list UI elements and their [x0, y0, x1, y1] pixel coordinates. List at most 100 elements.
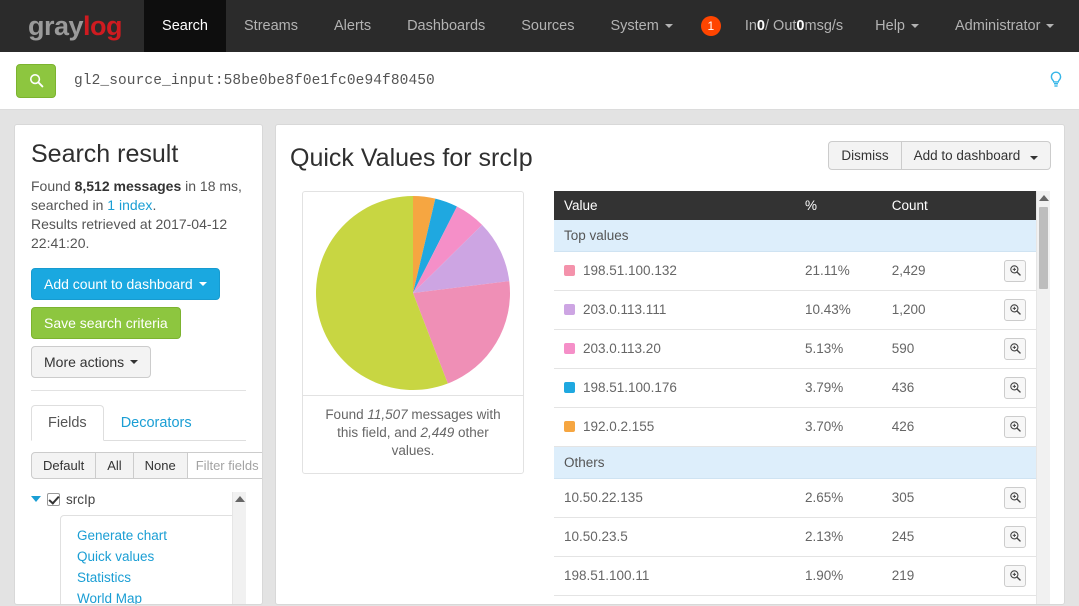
graylog-logo[interactable]: graylog — [0, 0, 144, 52]
cell-value-text: 192.0.2.155 — [583, 419, 654, 434]
more-actions-button[interactable]: More actions — [31, 346, 151, 378]
nav-item-help[interactable]: Help — [857, 0, 937, 52]
filter-fields-input[interactable] — [187, 452, 263, 479]
pie-chart[interactable] — [313, 193, 513, 393]
nav-item-help-label: Help — [875, 18, 905, 34]
add-to-dashboard-button[interactable]: Add to dashboard — [901, 141, 1051, 170]
nav-item-user[interactable]: Administrator — [937, 0, 1072, 52]
nav-item-dashboards[interactable]: Dashboards — [389, 0, 503, 52]
zoom-in-icon[interactable] — [1004, 260, 1026, 282]
tab-decorators[interactable]: Decorators — [104, 405, 209, 441]
save-search-criteria-label: Save search criteria — [44, 315, 168, 331]
cell-value: 203.0.113.111 — [554, 290, 795, 329]
cell-percent: 2.65% — [795, 478, 882, 517]
nav-item-sources[interactable]: Sources — [503, 0, 592, 52]
chevron-down-icon — [911, 24, 919, 28]
nav-item-streams[interactable]: Streams — [226, 0, 316, 52]
index-link[interactable]: 1 index — [107, 197, 152, 213]
brand-log-text: log — [83, 11, 122, 41]
zoom-in-icon[interactable] — [1004, 487, 1026, 509]
nav-item-dashboards-label: Dashboards — [407, 18, 485, 34]
table-row[interactable]: 198.51.100.1763.79%436 — [554, 368, 1036, 407]
save-search-criteria-button[interactable]: Save search criteria — [31, 307, 181, 339]
table-header-row: Value % Count — [554, 191, 1036, 220]
cell-actions — [973, 407, 1036, 446]
quick-values-body: Found 11,507 messages with this field, a… — [290, 191, 1050, 606]
cell-actions — [973, 517, 1036, 556]
notification-badge[interactable]: 1 — [701, 16, 721, 36]
series-color-swatch — [564, 343, 575, 354]
fields-none-button[interactable]: None — [133, 452, 188, 479]
table-section-label: Top values — [554, 220, 1036, 252]
table-row[interactable]: 198.51.100.13221.11%2,429 — [554, 251, 1036, 290]
zoom-in-icon[interactable] — [1004, 565, 1026, 587]
table-row[interactable]: 10.50.23.52.13%245 — [554, 517, 1036, 556]
zoom-in-icon[interactable] — [1004, 604, 1026, 606]
tab-fields[interactable]: Fields — [31, 405, 104, 441]
cell-count: 305 — [882, 478, 974, 517]
field-action-generate-chart[interactable]: Generate chart — [61, 525, 242, 546]
table-scrollbar[interactable] — [1036, 191, 1050, 606]
zoom-in-icon[interactable] — [1004, 416, 1026, 438]
cell-percent: 1.90% — [795, 556, 882, 595]
field-action-quick-values[interactable]: Quick values — [61, 546, 242, 567]
pie-chart-area — [303, 192, 523, 395]
table-scroll-thumb[interactable] — [1039, 207, 1048, 289]
pie-footer-prefix: Found — [325, 407, 367, 422]
cell-value-text: 203.0.113.111 — [583, 302, 666, 317]
cell-value: 10.2.0.4 — [554, 595, 795, 605]
cell-value: 198.51.100.11 — [554, 556, 795, 595]
table-row[interactable]: 10.50.22.1352.65%305 — [554, 478, 1036, 517]
scroll-up-arrow-icon[interactable] — [1039, 195, 1049, 201]
zoom-in-icon[interactable] — [1004, 526, 1026, 548]
field-action-world-map[interactable]: World Map — [61, 588, 242, 605]
cell-value: 10.50.22.135 — [554, 478, 795, 517]
field-filter-controls: Default All None — [31, 452, 246, 479]
nav-item-search[interactable]: Search — [144, 0, 226, 52]
table-row[interactable]: 10.2.0.41.73%199 — [554, 595, 1036, 605]
column-header-count[interactable]: Count — [882, 191, 974, 220]
dismiss-button[interactable]: Dismiss — [828, 141, 901, 170]
nav-item-system[interactable]: System — [592, 0, 690, 52]
results-retrieved-timestamp: Results retrieved at 2017-04-12 22:41:20… — [31, 215, 246, 254]
table-row[interactable]: 192.0.2.1553.70%426 — [554, 407, 1036, 446]
more-actions-row: More actions — [31, 346, 246, 378]
fields-default-button[interactable]: Default — [31, 452, 96, 479]
column-header-value[interactable]: Value — [554, 191, 795, 220]
field-action-statistics[interactable]: Statistics — [61, 567, 242, 588]
scroll-up-arrow-icon[interactable] — [235, 496, 245, 502]
field-checkbox-srcip[interactable] — [47, 493, 60, 506]
add-count-row: Add count to dashboard — [31, 268, 246, 300]
sidebar-scrollbar[interactable] — [232, 492, 246, 605]
cell-value: 198.51.100.176 — [554, 368, 795, 407]
chevron-down-icon — [199, 282, 207, 286]
zoom-in-icon[interactable] — [1004, 299, 1026, 321]
zoom-in-icon[interactable] — [1004, 338, 1026, 360]
pie-footer-others: 2,449 — [420, 425, 454, 440]
brand-gray-text: gray — [28, 11, 83, 41]
cell-count: 1,200 — [882, 290, 974, 329]
field-row-srcip[interactable]: srcIp — [31, 492, 246, 507]
column-header-percent[interactable]: % — [795, 191, 882, 220]
lightbulb-icon[interactable] — [1049, 71, 1063, 91]
cell-percent: 2.13% — [795, 517, 882, 556]
add-count-to-dashboard-button[interactable]: Add count to dashboard — [31, 268, 220, 300]
fields-all-button[interactable]: All — [95, 452, 133, 479]
search-submit-button[interactable] — [16, 64, 56, 98]
zoom-in-icon[interactable] — [1004, 377, 1026, 399]
throughput-middle: / Out — [765, 18, 796, 34]
table-row[interactable]: 203.0.113.205.13%590 — [554, 329, 1036, 368]
cell-count: 245 — [882, 517, 974, 556]
cell-count: 2,429 — [882, 251, 974, 290]
pie-chart-card: Found 11,507 messages with this field, a… — [302, 191, 524, 474]
triangle-down-icon[interactable] — [31, 496, 41, 502]
nav-item-alerts[interactable]: Alerts — [316, 0, 389, 52]
table-section-row: Top values — [554, 220, 1036, 252]
table-row[interactable]: 203.0.113.11110.43%1,200 — [554, 290, 1036, 329]
found-suffix: . — [152, 197, 156, 213]
add-count-to-dashboard-label: Add count to dashboard — [44, 276, 193, 292]
search-input[interactable] — [72, 72, 1041, 90]
throughput-suffix: msg/s — [805, 18, 844, 34]
nav-item-alerts-label: Alerts — [334, 18, 371, 34]
table-row[interactable]: 198.51.100.111.90%219 — [554, 556, 1036, 595]
